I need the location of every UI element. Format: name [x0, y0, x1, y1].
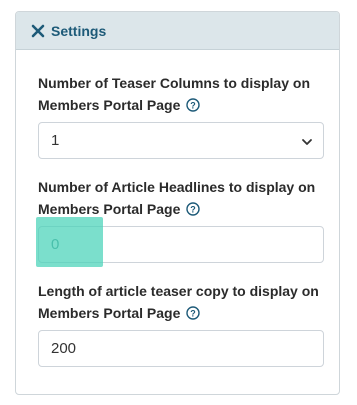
teaser-length-input[interactable]: 200	[38, 330, 324, 367]
teaser-columns-field: Number of Teaser Columns to display on M…	[38, 72, 324, 159]
teaser-columns-select[interactable]: 1	[38, 122, 324, 159]
settings-panel: Settings Number of Teaser Columns to dis…	[15, 11, 340, 395]
close-icon[interactable]	[31, 24, 45, 38]
svg-text:?: ?	[191, 101, 197, 111]
label-line2: Members Portal Page	[38, 305, 181, 321]
label-line2: Members Portal Page	[38, 201, 181, 217]
help-icon[interactable]: ?	[186, 202, 200, 216]
label-line1: Length of article teaser copy to display…	[38, 283, 319, 299]
highlight-overlay	[36, 217, 103, 267]
article-headlines-label: Number of Article Headlines to display o…	[38, 176, 324, 220]
label-line1: Number of Teaser Columns to display on	[38, 75, 311, 91]
input-value: 200	[51, 340, 77, 357]
label-line2: Members Portal Page	[38, 97, 181, 113]
help-icon[interactable]: ?	[186, 98, 200, 112]
select-value: 1	[51, 132, 60, 149]
teaser-length-field: Length of article teaser copy to display…	[38, 280, 324, 367]
label-line1: Number of Article Headlines to display o…	[38, 179, 316, 195]
panel-title: Settings	[51, 22, 107, 39]
teaser-columns-label: Number of Teaser Columns to display on M…	[38, 72, 324, 116]
article-headlines-field: Number of Article Headlines to display o…	[38, 176, 324, 263]
svg-text:?: ?	[191, 309, 197, 319]
help-icon[interactable]: ?	[186, 306, 200, 320]
chevron-down-icon	[301, 135, 313, 147]
panel-header: Settings	[16, 12, 339, 50]
svg-text:?: ?	[191, 205, 197, 215]
teaser-length-label: Length of article teaser copy to display…	[38, 280, 324, 324]
